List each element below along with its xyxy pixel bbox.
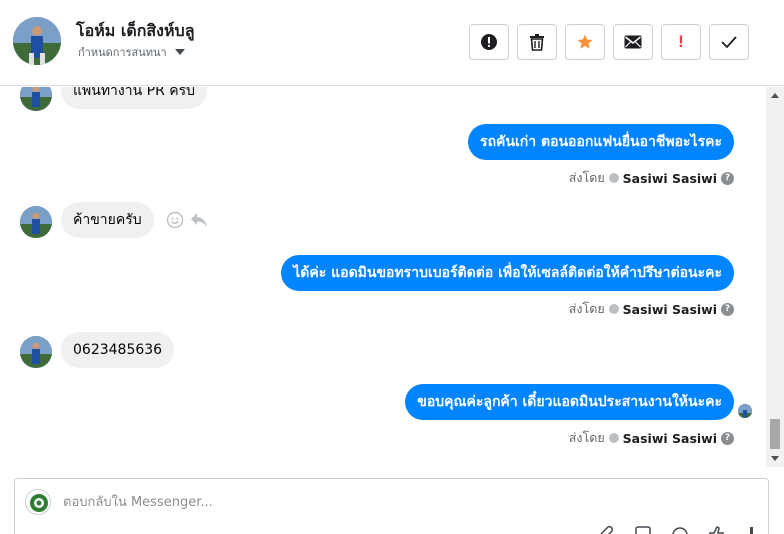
star-button[interactable] [565, 24, 605, 60]
assign-conversation-dropdown[interactable]: กำหนดการสนทนา [78, 43, 185, 61]
sent-by-label: ส่งโดย [568, 430, 605, 445]
sent-by-line: ส่งโดย Sasiwi Sasiwi ? [569, 299, 734, 319]
page-badge-icon [608, 304, 619, 314]
emoji-icon[interactable] [670, 525, 690, 534]
scroll-up-arrow-icon[interactable] [771, 93, 779, 98]
message-actions [166, 211, 208, 233]
star-icon [576, 33, 594, 51]
seen-avatar [738, 404, 752, 418]
question-icon[interactable]: ? [721, 431, 734, 445]
report-spam-button[interactable] [469, 24, 509, 60]
conversation-toolbar: ! [469, 24, 749, 60]
reply-composer [14, 478, 769, 534]
incoming-message-bubble[interactable]: ค้าขายครับ [61, 202, 154, 238]
scroll-down-arrow-icon[interactable] [771, 456, 779, 461]
conversation-header: โอห์ม เด็กสิงห์บลู กำหนดการสนทนา ! [0, 0, 784, 86]
like-icon[interactable] [706, 525, 726, 534]
thread-scrollbar[interactable] [766, 87, 784, 467]
mark-unread-button[interactable] [613, 24, 653, 60]
sent-by-label: ส่งโดย [568, 301, 605, 316]
exclamation-icon: ! [678, 32, 684, 51]
follow-up-button[interactable]: ! [661, 24, 701, 60]
delete-button[interactable] [517, 24, 557, 60]
message-row: รถคันเก่า ตอนออกแฟนยื่นอาชีพอะไรคะ ส่งโด… [0, 124, 766, 186]
reply-icon[interactable] [190, 212, 208, 232]
emoji-react-icon[interactable] [166, 211, 184, 233]
contact-avatar-small[interactable] [20, 206, 52, 238]
contact-avatar[interactable] [13, 17, 61, 65]
outgoing-message-bubble[interactable]: ได้ค่ะ แอดมินขอทราบเบอร์ติดต่อ เพื่อให้เ… [281, 255, 734, 291]
trash-icon [529, 33, 545, 51]
outgoing-message-bubble[interactable]: รถคันเก่า ตอนออกแฟนยื่นอาชีพอะไรคะ [468, 124, 734, 160]
sent-by-line: ส่งโดย Sasiwi Sasiwi ? [569, 168, 734, 188]
mark-done-button[interactable] [709, 24, 749, 60]
page-badge-icon [608, 433, 619, 443]
outgoing-message-bubble[interactable]: ขอบคุณค่ะลูกค้า เดี๋ยวแอดมินประสานงานให้… [405, 384, 734, 420]
sent-by-label: ส่งโดย [568, 170, 605, 185]
sender-name: Sasiwi Sasiwi [622, 170, 717, 186]
contact-name[interactable]: โอห์ม เด็กสิงห์บลู [76, 19, 195, 44]
message-thread[interactable]: แพนทางาน PR ครับ รถคันเก่า ตอนออกแฟนยื่น… [0, 87, 766, 467]
alert-circle-icon [480, 33, 498, 51]
message-row: ค้าขายครับ [0, 202, 766, 238]
reply-input[interactable] [63, 489, 663, 515]
sent-by-line: ส่งโดย Sasiwi Sasiwi ? [569, 428, 734, 448]
attachment-icon[interactable] [598, 525, 618, 534]
incoming-message-bubble[interactable]: แพนทางาน PR ครับ [61, 87, 208, 109]
message-row: ได้ค่ะ แอดมินขอทราบเบอร์ติดต่อ เพื่อให้เ… [0, 255, 766, 317]
scrollbar-thumb[interactable] [770, 419, 780, 449]
envelope-icon [624, 35, 642, 49]
composer-tools [598, 525, 762, 534]
message-row: แพนทางาน PR ครับ [0, 87, 766, 111]
page-logo [25, 489, 51, 515]
saved-reply-icon[interactable] [634, 525, 654, 534]
message-row: 0623485636 [0, 332, 766, 368]
sender-name: Sasiwi Sasiwi [622, 301, 717, 317]
sender-name: Sasiwi Sasiwi [622, 430, 717, 446]
contact-avatar-small[interactable] [20, 336, 52, 368]
assign-label: กำหนดการสนทนา [78, 46, 167, 59]
check-icon [720, 35, 738, 49]
question-icon[interactable]: ? [721, 171, 734, 185]
incoming-message-bubble[interactable]: 0623485636 [61, 332, 175, 368]
question-icon[interactable]: ? [721, 302, 734, 316]
caret-down-icon [174, 49, 185, 55]
more-tools-icon[interactable] [742, 525, 762, 534]
message-row: ขอบคุณค่ะลูกค้า เดี๋ยวแอดมินประสานงานให้… [0, 384, 766, 446]
page-badge-icon [608, 173, 619, 183]
contact-avatar-small[interactable] [20, 87, 52, 111]
